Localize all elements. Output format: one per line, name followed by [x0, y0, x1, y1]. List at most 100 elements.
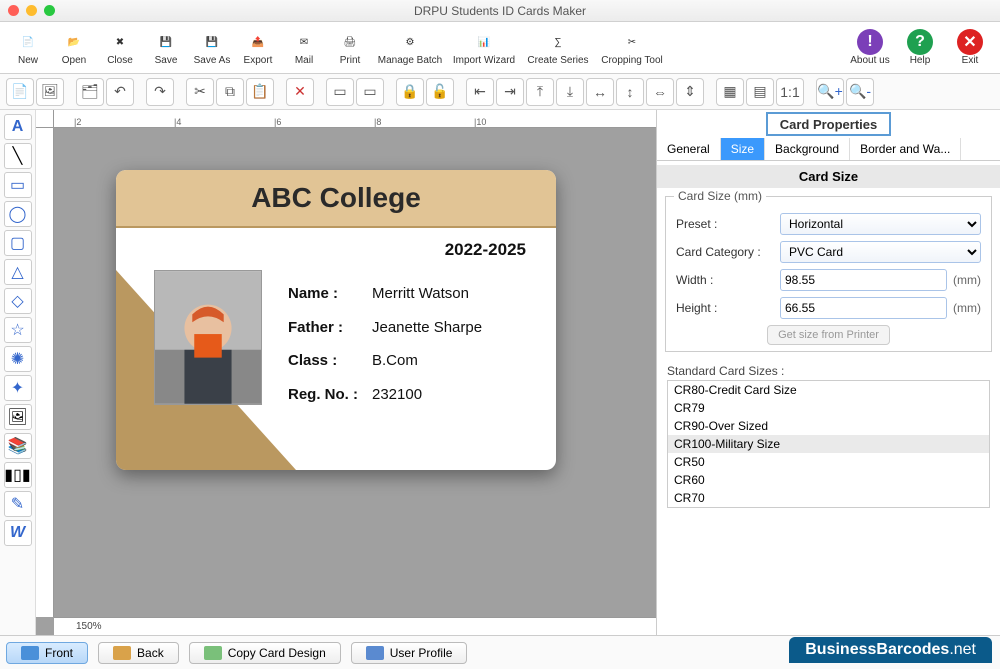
- toolbar-open-button[interactable]: 📂Open: [52, 24, 96, 72]
- cut-icon[interactable]: ✂: [186, 78, 214, 106]
- template-icon[interactable]: 🗂: [76, 78, 104, 106]
- zoom-level: 150%: [76, 621, 102, 632]
- toolbar-print-button[interactable]: 🖨Print: [328, 24, 372, 72]
- std-size-item[interactable]: CR90-Over Sized: [668, 417, 989, 435]
- toolbar-help-button[interactable]: ?Help: [896, 29, 944, 66]
- fit-icon[interactable]: 1:1: [776, 78, 804, 106]
- std-size-item[interactable]: CR80-Credit Card Size: [668, 381, 989, 399]
- line-tool-icon[interactable]: ╲: [4, 143, 32, 169]
- align-vcenter-icon[interactable]: ↔: [586, 78, 614, 106]
- card-size-group: Card Size (mm) Preset : Horizontal Card …: [665, 196, 992, 352]
- toolbar-exit-button[interactable]: ✕Exit: [946, 29, 994, 66]
- new-page-icon[interactable]: 📄: [6, 78, 34, 106]
- tab-background[interactable]: Background: [765, 138, 850, 160]
- id-card-canvas[interactable]: ABC College 2022-2025 Name :Merritt Wats…: [116, 170, 556, 470]
- std-size-item[interactable]: CR100-Military Size: [668, 435, 989, 453]
- student-photo: [154, 270, 262, 405]
- redo-icon[interactable]: ↷: [146, 78, 174, 106]
- align-left-icon[interactable]: ⇤: [466, 78, 494, 106]
- image-icon[interactable]: 🖼: [36, 78, 64, 106]
- window-title: DRPU Students ID Cards Maker: [0, 4, 1000, 18]
- vertical-ruler: [36, 128, 54, 617]
- back-side-button[interactable]: Back: [98, 642, 179, 664]
- section-title: Card Size: [657, 165, 1000, 188]
- height-input[interactable]: [780, 297, 947, 319]
- main-toolbar: 📄New📂Open✖Close💾Save💾Save As📤Export✉Mail…: [0, 22, 1000, 74]
- toolbar-export-button[interactable]: 📤Export: [236, 24, 280, 72]
- picture-tool-icon[interactable]: 🖼: [4, 404, 32, 430]
- front-side-button[interactable]: Front: [6, 642, 88, 664]
- delete-icon[interactable]: ✕: [286, 78, 314, 106]
- close-window-button[interactable]: [8, 5, 19, 16]
- properties-tabs: GeneralSizeBackgroundBorder and Wa...: [657, 138, 1000, 161]
- zoom-status: 150%: [54, 617, 656, 635]
- send-back-icon[interactable]: ▭: [356, 78, 384, 106]
- rectangle-tool-icon[interactable]: ▭: [4, 172, 32, 198]
- preset-label: Preset :: [676, 217, 780, 231]
- preset-select[interactable]: Horizontal: [780, 213, 981, 235]
- copy-card-design-button[interactable]: Copy Card Design: [189, 642, 341, 664]
- get-size-from-printer-button[interactable]: Get size from Printer: [767, 325, 890, 345]
- horizontal-ruler: |2|4|6|8|10: [54, 110, 656, 128]
- paste-icon[interactable]: 📋: [246, 78, 274, 106]
- text-tool-icon[interactable]: A: [4, 114, 32, 140]
- lock-icon[interactable]: 🔒: [396, 78, 424, 106]
- user-profile-button[interactable]: User Profile: [351, 642, 468, 664]
- arrow-tool-icon[interactable]: ✦: [4, 375, 32, 401]
- toolbar-manage-batch-button[interactable]: ⚙Manage Batch: [374, 24, 446, 72]
- align-bottom-icon[interactable]: ⤓: [556, 78, 584, 106]
- toolbar-about-us-button[interactable]: !About us: [846, 29, 894, 66]
- triangle-tool-icon[interactable]: △: [4, 259, 32, 285]
- width-unit: (mm): [953, 273, 981, 287]
- minimize-window-button[interactable]: [26, 5, 37, 16]
- signature-tool-icon[interactable]: ✎: [4, 491, 32, 517]
- height-unit: (mm): [953, 301, 981, 315]
- star-tool-icon[interactable]: ☆: [4, 317, 32, 343]
- burst-tool-icon[interactable]: ✺: [4, 346, 32, 372]
- bring-front-icon[interactable]: ▭: [326, 78, 354, 106]
- canvas-area[interactable]: |2|4|6|8|10 ABC College 2022-2025 Name :…: [36, 110, 656, 635]
- zoom-in-icon[interactable]: 🔍+: [816, 78, 844, 106]
- align-hcenter-icon[interactable]: ↕: [616, 78, 644, 106]
- barcode-tool-icon[interactable]: ▮▯▮: [4, 462, 32, 488]
- undo-icon[interactable]: ↶: [106, 78, 134, 106]
- std-size-item[interactable]: CR60: [668, 471, 989, 489]
- grid-icon[interactable]: ▦: [716, 78, 744, 106]
- toolbar-new-button[interactable]: 📄New: [6, 24, 50, 72]
- align-top-icon[interactable]: ⤒: [526, 78, 554, 106]
- tab-general[interactable]: General: [657, 138, 721, 160]
- align-right-icon[interactable]: ⇥: [496, 78, 524, 106]
- distribute-v-icon[interactable]: ⇕: [676, 78, 704, 106]
- copy-icon[interactable]: ⧉: [216, 78, 244, 106]
- std-size-item[interactable]: CR79: [668, 399, 989, 417]
- std-size-item[interactable]: CR70: [668, 489, 989, 507]
- maximize-window-button[interactable]: [44, 5, 55, 16]
- wordart-tool-icon[interactable]: W: [4, 520, 32, 546]
- category-select[interactable]: PVC Card: [780, 241, 981, 263]
- tab-border-and-wa-[interactable]: Border and Wa...: [850, 138, 961, 160]
- card-header-band: ABC College: [116, 170, 556, 228]
- std-size-item[interactable]: CR50: [668, 453, 989, 471]
- unlock-icon[interactable]: 🔓: [426, 78, 454, 106]
- toolbar-import-wizard-button[interactable]: 📊Import Wizard: [448, 24, 520, 72]
- toolbar-mail-button[interactable]: ✉Mail: [282, 24, 326, 72]
- rounded-rect-tool-icon[interactable]: ▢: [4, 230, 32, 256]
- diamond-tool-icon[interactable]: ◇: [4, 288, 32, 314]
- ellipse-tool-icon[interactable]: ◯: [4, 201, 32, 227]
- ruler-icon[interactable]: ▤: [746, 78, 774, 106]
- standard-sizes-list[interactable]: CR80-Credit Card SizeCR79CR90-Over Sized…: [667, 380, 990, 508]
- watermark: BusinessBarcodes.net: [789, 637, 992, 663]
- library-tool-icon[interactable]: 📚: [4, 433, 32, 459]
- width-input[interactable]: [780, 269, 947, 291]
- toolbar-close-button[interactable]: ✖Close: [98, 24, 142, 72]
- titlebar: DRPU Students ID Cards Maker: [0, 0, 1000, 22]
- category-label: Card Category :: [676, 245, 780, 259]
- toolbar-create-series-button[interactable]: ∑Create Series: [522, 24, 594, 72]
- toolbar-save-as-button[interactable]: 💾Save As: [190, 24, 234, 72]
- toolbar-cropping-tool-button[interactable]: ✂Cropping Tool: [596, 24, 668, 72]
- distribute-h-icon[interactable]: ⇔: [646, 78, 674, 106]
- toolbar-save-button[interactable]: 💾Save: [144, 24, 188, 72]
- tab-size[interactable]: Size: [721, 138, 765, 160]
- zoom-out-icon[interactable]: 🔍-: [846, 78, 874, 106]
- card-title: ABC College: [251, 182, 421, 214]
